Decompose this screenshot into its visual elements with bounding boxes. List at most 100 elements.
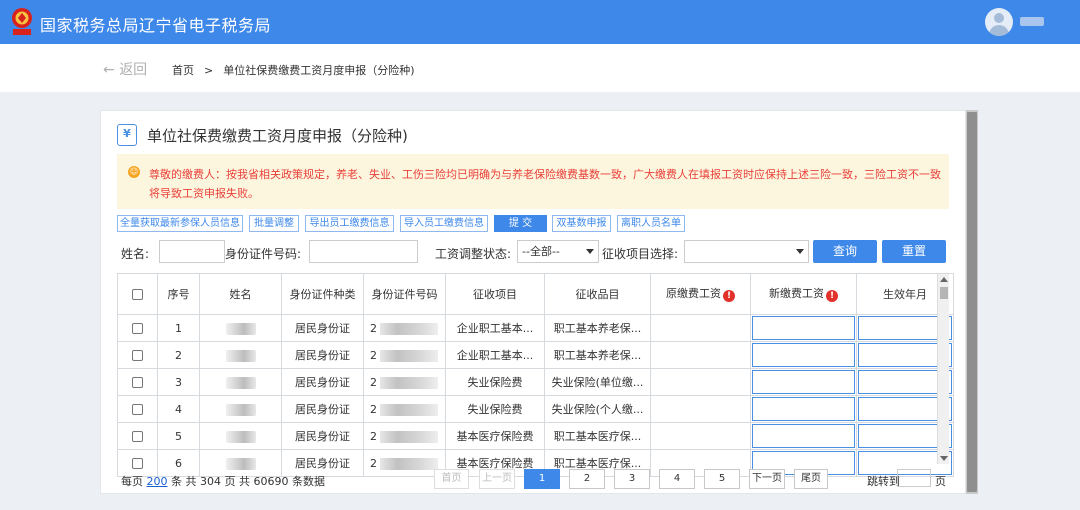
new-wage-input[interactable] (752, 424, 855, 448)
page-button[interactable]: 4 (659, 469, 695, 489)
name-label: 姓名: (121, 247, 150, 261)
old-wage-cell (650, 314, 751, 342)
search-button[interactable]: 查询 (813, 240, 877, 263)
last-page-button[interactable]: 尾页 (794, 469, 828, 489)
id-number-input[interactable] (309, 240, 418, 263)
dual-base-button[interactable]: 双基数申报 (552, 215, 611, 232)
new-wage-input[interactable] (752, 370, 855, 394)
row-select-cell (117, 395, 158, 423)
table-header-row: 序号 姓名 身份证件种类 身份证件号码 征收项目 征收品目 原缴费工资! 新缴费… (117, 273, 954, 315)
id-number-cell: 2 (363, 395, 446, 423)
subitem-cell: 职工基本医疗保... (544, 422, 651, 450)
page-button[interactable]: 3 (614, 469, 650, 489)
back-button[interactable]: ← 返回 (103, 59, 147, 79)
name-input[interactable] (159, 240, 225, 263)
smile-icon: ☺ (128, 166, 140, 178)
name-cell (199, 314, 282, 342)
name-blurred (225, 322, 256, 335)
item-select[interactable] (684, 240, 809, 263)
warning-icon[interactable]: ! (723, 290, 735, 302)
jump-unit: 页 (935, 475, 946, 488)
warning-icon[interactable]: ! (826, 290, 838, 302)
chevron-down-icon (796, 249, 804, 254)
avatar-body-shape (989, 25, 1009, 36)
table-scrollbar[interactable] (937, 274, 949, 464)
submit-button[interactable]: 提 交 (494, 215, 547, 232)
chevron-down-icon (586, 249, 594, 254)
new-wage-input[interactable] (752, 316, 855, 340)
table-scrollbar-thumb[interactable] (940, 287, 948, 299)
breadcrumb-bar: ← 返回 首页 > 单位社保费缴费工资月度申报（分险种) (0, 44, 1080, 92)
id-prefix: 2 (370, 429, 377, 443)
id-number-cell: 2 (363, 341, 446, 369)
column-header: 征收项目 (445, 273, 545, 315)
status-select[interactable]: --全部-- (517, 240, 599, 263)
table-row: 1 居民身份证 2 企业职工基本... 职工基本养老保... (117, 314, 954, 342)
page-button[interactable]: 2 (569, 469, 605, 489)
document-icon: ¥ (117, 124, 137, 146)
subitem-cell: 职工基本养老保... (544, 341, 651, 369)
scroll-up-icon[interactable] (940, 277, 948, 282)
seq-cell: 4 (157, 395, 200, 423)
status-value: --全部-- (522, 245, 560, 258)
username-blurred[interactable] (1020, 17, 1044, 26)
subitem-cell: 失业保险(单位缴... (544, 368, 651, 396)
row-checkbox[interactable] (132, 350, 143, 361)
new-wage-cell (750, 314, 857, 342)
new-wage-input[interactable] (752, 343, 855, 367)
seq-cell: 3 (157, 368, 200, 396)
per-page-prefix: 每页 (121, 475, 143, 488)
table-row: 3 居民身份证 2 失业保险费 失业保险(单位缴... (117, 368, 954, 396)
id-number-cell: 2 (363, 368, 446, 396)
filter-bar: 姓名: 身份证件号码: 工资调整状态: --全部-- 征收项目选择: 查询 重置 (117, 240, 957, 266)
row-checkbox[interactable] (132, 323, 143, 334)
id-type-cell: 居民身份证 (281, 341, 364, 369)
notice-banner: ☺ 尊敬的缴费人：按我省相关政策规定，养老、失业、工伤三险均已明确为与养老保险缴… (117, 154, 949, 209)
prev-page-button[interactable]: 上一页 (479, 469, 515, 489)
id-blurred (380, 349, 438, 362)
user-avatar[interactable] (985, 8, 1013, 36)
page-button[interactable]: 1 (524, 469, 560, 489)
row-select-cell (117, 368, 158, 396)
jump-page-input[interactable] (897, 469, 931, 487)
reset-button[interactable]: 重置 (882, 240, 946, 263)
column-header-label: 原缴费工资 (666, 287, 721, 300)
select-all-checkbox[interactable] (132, 289, 143, 300)
page-scrollbar[interactable] (966, 110, 978, 494)
id-type-cell: 居民身份证 (281, 395, 364, 423)
id-prefix: 2 (370, 375, 377, 389)
import-button[interactable]: 导入员工缴费信息 (400, 215, 488, 232)
back-label: 返回 (119, 62, 148, 78)
notice-text: 尊敬的缴费人：按我省相关政策规定，养老、失业、工伤三险均已明确为与养老保险缴费基… (149, 168, 941, 200)
scroll-down-icon[interactable] (940, 456, 948, 461)
resigned-list-button[interactable]: 离职人员名单 (617, 215, 685, 232)
fetch-insured-button[interactable]: 全量获取最新参保人员信息 (117, 215, 243, 232)
name-cell (199, 341, 282, 369)
table-row: 5 居民身份证 2 基本医疗保险费 职工基本医疗保... (117, 422, 954, 450)
status-label: 工资调整状态: (435, 247, 512, 261)
row-checkbox[interactable] (132, 431, 143, 442)
table-row: 2 居民身份证 2 企业职工基本... 职工基本养老保... (117, 341, 954, 369)
id-number-cell: 2 (363, 314, 446, 342)
id-number-label: 身份证件号码: (225, 247, 302, 261)
row-checkbox[interactable] (132, 377, 143, 388)
breadcrumb-home[interactable]: 首页 (172, 64, 194, 77)
row-checkbox[interactable] (132, 404, 143, 415)
first-page-button[interactable]: 首页 (434, 469, 469, 489)
old-wage-cell (650, 368, 751, 396)
page-button[interactable]: 5 (704, 469, 740, 489)
item-cell: 基本医疗保险费 (445, 422, 545, 450)
export-button[interactable]: 导出员工缴费信息 (305, 215, 394, 232)
per-page-link[interactable]: 200 (147, 475, 168, 488)
next-page-button[interactable]: 下一页 (749, 469, 785, 489)
jump-label: 跳转到 (867, 475, 900, 488)
batch-adjust-button[interactable]: 批量调整 (249, 215, 299, 232)
breadcrumb-current: 单位社保费缴费工资月度申报（分险种) (223, 64, 415, 77)
new-wage-input[interactable] (752, 397, 855, 421)
item-cell: 企业职工基本... (445, 314, 545, 342)
row-checkbox[interactable] (132, 458, 143, 469)
column-header: 征收品目 (544, 273, 651, 315)
new-wage-cell (750, 395, 857, 423)
avatar-head-shape (994, 13, 1004, 23)
page-scrollbar-thumb[interactable] (967, 112, 977, 492)
